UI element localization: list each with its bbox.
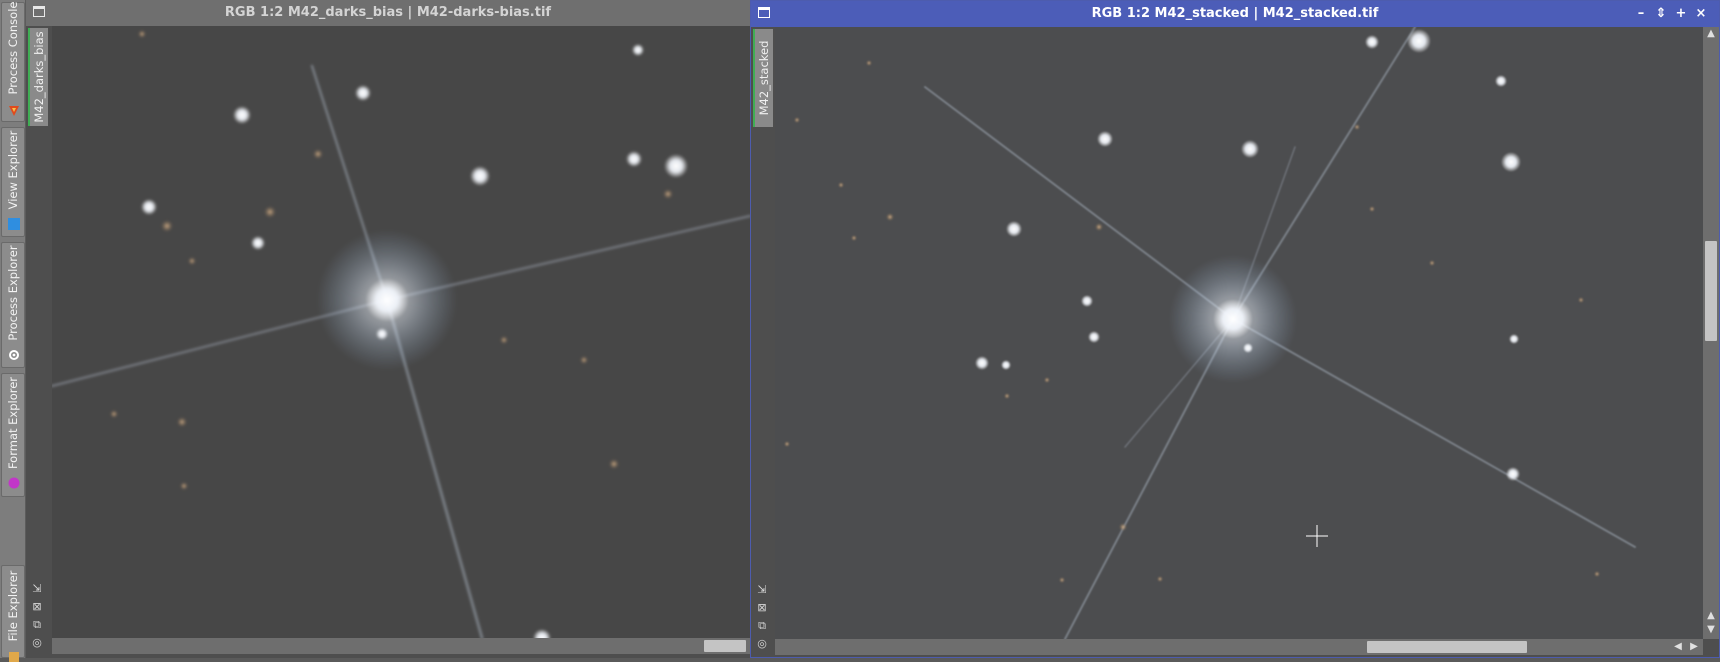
scroll-up-arrow[interactable]: ▲ [1704, 27, 1718, 41]
window-title: RGB 1:2 M42_darks_bias | M42-darks-bias.… [224, 5, 552, 20]
process-console-icon [9, 106, 19, 116]
view-tools: ⇲ ⊠ ⧉ [755, 581, 769, 635]
view-tools: ⇲ ⊠ ⧉ [30, 580, 44, 634]
image-canvas[interactable] [775, 27, 1703, 639]
star-field-image [775, 27, 1703, 639]
window-titlebar[interactable]: RGB 1:2 M42_stacked | M42_stacked.tif – … [751, 1, 1719, 27]
gear-icon [9, 350, 19, 360]
format-explorer-icon [8, 477, 20, 489]
image-canvas[interactable] [52, 26, 750, 638]
scrollbar-thumb[interactable] [1367, 641, 1527, 653]
horizontal-scrollbar[interactable] [52, 638, 750, 654]
shade-button[interactable]: ⇕ [1651, 1, 1671, 27]
scroll-right-arrow[interactable]: ▶ [1687, 640, 1701, 654]
view-explorer-label: View Explorer [6, 130, 20, 210]
view-settings-icon[interactable]: ◎ [755, 635, 769, 653]
zoom-icon[interactable]: ⊠ [30, 598, 44, 616]
view-tab-m42-darks-bias[interactable]: M42_darks_bias [28, 28, 48, 126]
view-explorer-tab[interactable]: View Explorer [1, 127, 25, 237]
file-explorer-label: File Explorer [6, 570, 20, 641]
scroll-up-arrow-bottom[interactable]: ▲ [1704, 609, 1718, 623]
process-explorer-tab[interactable]: Process Explorer [1, 242, 25, 368]
vertical-scrollbar[interactable]: ▲ ▲ ▼ [1703, 27, 1719, 639]
fit-view-icon[interactable]: ⇲ [30, 580, 44, 598]
format-explorer-label: Format Explorer [6, 376, 20, 470]
image-window-darks-bias[interactable]: RGB 1:2 M42_darks_bias | M42-darks-bias.… [26, 0, 750, 658]
view-tab-label: M42_stacked [757, 40, 771, 116]
view-tab-m42-stacked[interactable]: M42_stacked [753, 29, 773, 127]
maximize-button[interactable]: + [1671, 1, 1691, 27]
explorer-sidebar: Process Console View Explorer Process Ex… [0, 0, 26, 662]
format-explorer-tab[interactable]: Format Explorer [1, 373, 25, 497]
file-explorer-tab[interactable]: File Explorer [1, 565, 25, 662]
scroll-left-arrow[interactable]: ◀ [1671, 640, 1685, 654]
view-tab-label: M42_darks_bias [32, 31, 46, 123]
scrollbar-thumb[interactable] [1705, 241, 1717, 341]
scrollbar-thumb[interactable] [704, 640, 746, 652]
crosshair-cursor [1306, 525, 1328, 547]
window-icon[interactable] [758, 7, 770, 18]
zoom-icon[interactable]: ⊠ [755, 599, 769, 617]
process-console-label: Process Console [6, 1, 20, 95]
window-icon[interactable] [33, 6, 45, 17]
scroll-down-arrow[interactable]: ▼ [1704, 623, 1718, 637]
clone-view-icon[interactable]: ⧉ [755, 617, 769, 635]
file-explorer-icon [9, 652, 19, 662]
view-settings-icon[interactable]: ◎ [30, 634, 44, 652]
clone-view-icon[interactable]: ⧉ [30, 616, 44, 634]
window-titlebar[interactable]: RGB 1:2 M42_darks_bias | M42-darks-bias.… [26, 0, 750, 26]
star-field-image [52, 26, 750, 638]
fit-view-icon[interactable]: ⇲ [755, 581, 769, 599]
close-button[interactable]: × [1691, 1, 1711, 27]
minimize-button[interactable]: – [1631, 1, 1651, 27]
view-explorer-icon [8, 218, 20, 230]
window-title: RGB 1:2 M42_stacked | M42_stacked.tif [1091, 6, 1379, 21]
image-window-stacked[interactable]: RGB 1:2 M42_stacked | M42_stacked.tif – … [750, 0, 1720, 658]
process-explorer-label: Process Explorer [6, 245, 20, 341]
horizontal-scrollbar[interactable]: ◀ ▶ [775, 639, 1703, 655]
process-console-tab[interactable]: Process Console [1, 2, 25, 122]
